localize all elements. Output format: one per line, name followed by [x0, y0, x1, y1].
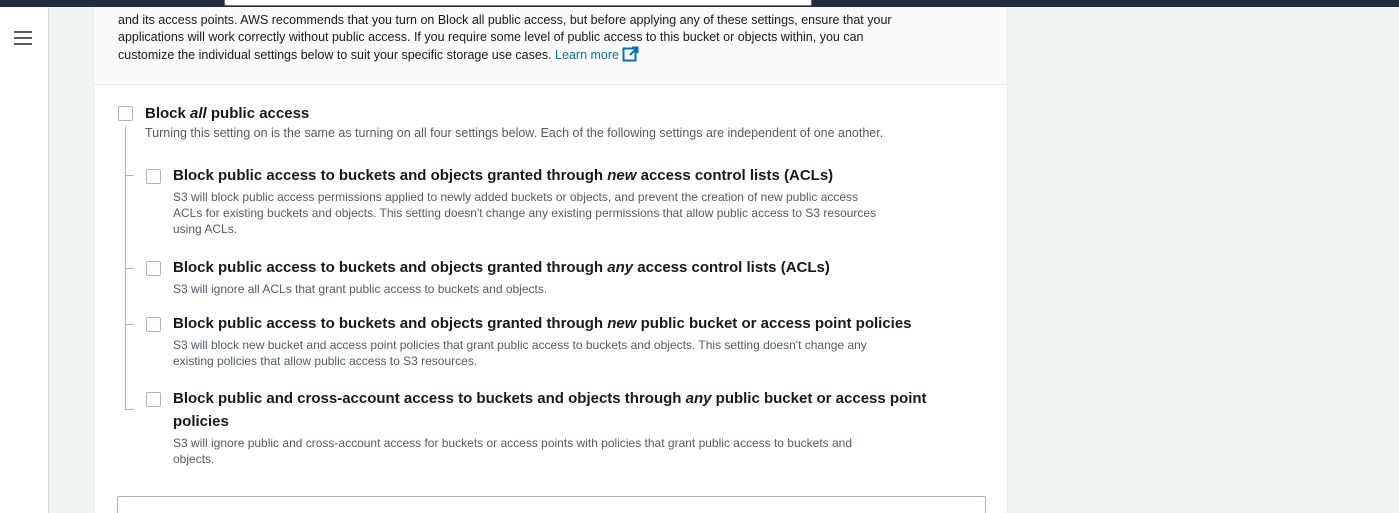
block-all-description: Turning this setting on is the same as t… — [145, 126, 884, 140]
option-4-title-em: any — [685, 390, 712, 407]
block-new-acls-title: Block public access to buckets and objec… — [173, 166, 833, 186]
block-any-acls-description: S3 will ignore all ACLs that grant publi… — [173, 281, 547, 297]
option-2-title-pre: Block public access to buckets and objec… — [173, 259, 608, 276]
option-3-title-em: new — [607, 315, 637, 332]
option-4-title-line-2: policies — [173, 413, 229, 430]
side-navigation — [0, 7, 49, 513]
block-all-title: Block all public access — [145, 104, 309, 124]
tree-branch-1 — [125, 175, 134, 176]
option-4-desc-line-1: S3 will ignore public and cross-account … — [173, 436, 853, 450]
block-any-policies-title: Block public and cross-account access to… — [173, 389, 927, 432]
block-any-policies-description: S3 will ignore public and cross-account … — [173, 435, 852, 467]
option-1-desc-line-3: using ACLs. — [173, 222, 238, 236]
next-section-container — [117, 496, 986, 513]
intro-line-2: applications will work correctly without… — [118, 30, 864, 44]
option-1-desc-line-1: S3 will block public access permissions … — [173, 190, 859, 204]
intro-line-3: customize the individual settings below … — [118, 46, 988, 64]
option-1-desc-line-2: ACLs for existing buckets and objects. T… — [173, 206, 877, 220]
option-3-desc-line-1: S3 will block new bucket and access poin… — [173, 338, 867, 352]
hamburger-menu-icon[interactable] — [14, 31, 32, 45]
option-1-title-em: new — [607, 167, 637, 184]
global-search-input[interactable] — [224, 0, 812, 6]
block-all-title-post: public access — [206, 105, 310, 122]
option-1-title-post: access control lists (ACLs) — [636, 167, 834, 184]
option-4-title-post: public bucket or access point — [711, 390, 927, 407]
intro-line-1: and its access points. AWS recommends th… — [118, 13, 892, 27]
tree-branch-2 — [125, 268, 134, 269]
block-public-access-panel: and its access points. AWS recommends th… — [93, 7, 1008, 513]
block-new-acls-checkbox[interactable] — [146, 169, 161, 184]
option-3-title-post: public bucket or access point policies — [636, 315, 912, 332]
block-all-title-em: all — [190, 105, 207, 122]
block-new-policies-title: Block public access to buckets and objec… — [173, 314, 912, 334]
learn-more-link[interactable]: Learn more — [555, 46, 639, 62]
intro-line-3-text: customize the individual settings below … — [118, 48, 552, 62]
option-2-title-post: access control lists (ACLs) — [633, 259, 830, 276]
tree-branch-4 — [125, 409, 134, 410]
option-1-title-pre: Block public access to buckets and objec… — [173, 167, 608, 184]
tree-branch-3 — [125, 324, 134, 325]
option-3-desc-line-2: existing policies that allow public acce… — [173, 354, 478, 368]
top-navigation-bar — [0, 0, 1399, 7]
block-new-policies-description: S3 will block new bucket and access poin… — [173, 337, 867, 369]
option-3-title-pre: Block public access to buckets and objec… — [173, 315, 608, 332]
option-2-desc-line-1: S3 will ignore all ACLs that grant publi… — [173, 282, 548, 296]
block-all-public-access-checkbox[interactable] — [118, 106, 133, 121]
option-4-title-line-1: Block public and cross-account access to… — [173, 389, 927, 409]
block-any-policies-checkbox[interactable] — [146, 392, 161, 407]
option-4-desc-line-2: objects. — [173, 452, 215, 466]
block-new-policies-checkbox[interactable] — [146, 317, 161, 332]
block-all-title-pre: Block — [145, 105, 191, 122]
block-any-acls-checkbox[interactable] — [146, 261, 161, 276]
panel-header: and its access points. AWS recommends th… — [94, 7, 1007, 85]
block-new-acls-description: S3 will block public access permissions … — [173, 189, 876, 237]
learn-more-label: Learn more — [555, 48, 619, 62]
block-any-acls-title: Block public access to buckets and objec… — [173, 258, 830, 278]
option-2-title-em: any — [607, 259, 634, 276]
external-link-icon — [622, 46, 639, 62]
option-4-title-pre: Block public and cross-account access to… — [173, 390, 686, 407]
intro-description: and its access points. AWS recommends th… — [118, 12, 988, 64]
